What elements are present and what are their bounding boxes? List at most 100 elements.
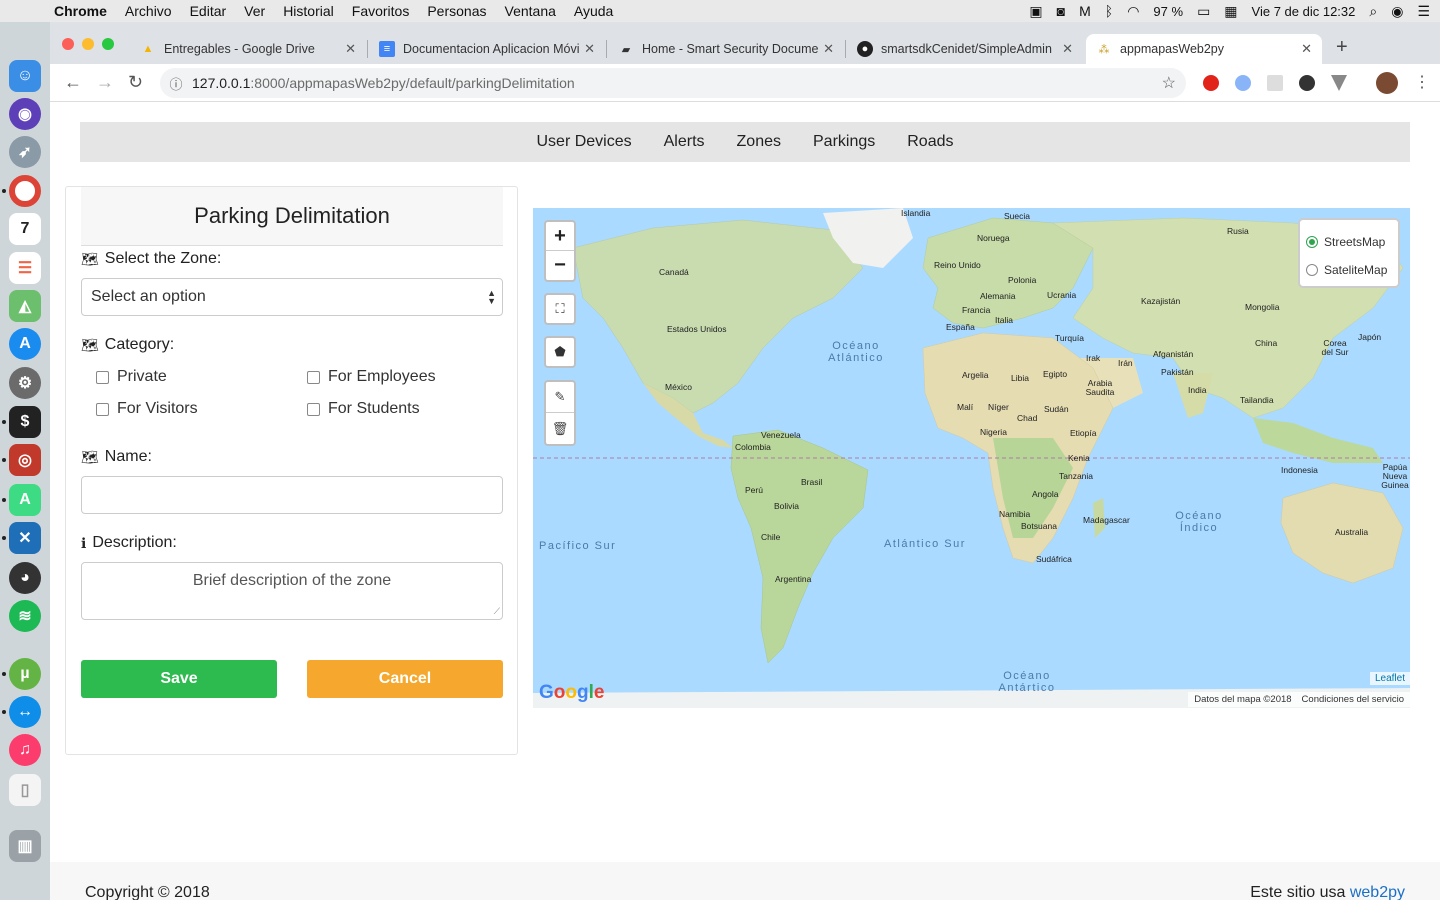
launchpad-icon[interactable]: ➶ xyxy=(9,136,41,168)
spotlight-search-icon[interactable]: ⌕ xyxy=(1369,3,1377,20)
radio[interactable] xyxy=(1306,264,1318,276)
delete-layers-button[interactable]: 🗑︎ xyxy=(546,413,574,444)
menu-favoritos[interactable]: Favoritos xyxy=(352,3,410,19)
menu-personas[interactable]: Personas xyxy=(427,3,486,19)
menu-clock[interactable]: Vie 7 de dic 12:32 xyxy=(1252,4,1356,19)
reload-icon[interactable]: ↻ xyxy=(128,72,143,93)
menu-archivo[interactable]: Archivo xyxy=(125,3,172,19)
menu-app-name[interactable]: Chrome xyxy=(54,3,107,19)
zoom-window-button[interactable] xyxy=(102,38,114,50)
app-store-icon[interactable]: A xyxy=(9,328,41,360)
spotify-icon[interactable]: ≋ xyxy=(9,600,41,632)
close-tab-icon[interactable]: ✕ xyxy=(345,41,356,57)
layer-streetsmap[interactable]: StreetsMap xyxy=(1306,228,1392,256)
checkbox[interactable] xyxy=(307,402,320,416)
teamviewer-icon[interactable]: ◙ xyxy=(1057,3,1065,19)
nav-user-devices[interactable]: User Devices xyxy=(536,133,631,151)
utorrent-icon[interactable]: µ xyxy=(9,658,41,690)
tab-appmapasweb2py[interactable]: ⁂ appmapasWeb2py ✕ xyxy=(1086,34,1322,64)
forward-icon[interactable]: → xyxy=(96,72,114,93)
edit-layers-button[interactable]: ✎ xyxy=(546,382,574,413)
close-tab-icon[interactable]: ✕ xyxy=(1062,41,1073,57)
finder-icon[interactable]: ☺ xyxy=(9,60,41,92)
bluetooth-icon[interactable]: ᛒ xyxy=(1105,3,1113,19)
wifi-icon[interactable]: ◠ xyxy=(1127,3,1139,20)
tab-google-drive[interactable]: ▲ Entregables - Google Drive ✕ xyxy=(130,34,366,64)
tab-documentacion[interactable]: ≡ Documentacion Aplicacion Móvil ✕ xyxy=(369,34,605,64)
vscode-icon[interactable]: ✕ xyxy=(9,522,41,554)
new-tab-button[interactable]: + xyxy=(1336,36,1348,59)
chrome-menu-icon[interactable]: ⋮ xyxy=(1414,72,1430,92)
leaflet-attribution-link[interactable]: Leaflet xyxy=(1369,672,1410,685)
maps-icon[interactable]: ◭ xyxy=(9,290,41,322)
teamviewer-dock-icon[interactable]: ↔ xyxy=(9,696,41,728)
siri-icon[interactable]: ◉ xyxy=(1391,3,1403,20)
draw-polygon-button[interactable]: ⬟ xyxy=(544,336,576,368)
cancel-button[interactable]: Cancel xyxy=(307,660,503,698)
system-preferences-icon[interactable]: ⚙ xyxy=(9,367,41,399)
category-for-visitors[interactable]: For Visitors xyxy=(96,400,198,418)
description-textarea[interactable]: Brief description of the zone ⟋ xyxy=(81,562,503,620)
web2py-link[interactable]: web2py xyxy=(1350,884,1405,900)
extension-icon[interactable] xyxy=(1267,75,1283,91)
document-icon[interactable]: ▯ xyxy=(9,774,41,806)
photo-booth-icon[interactable]: ◎ xyxy=(9,444,41,476)
extension-icon[interactable] xyxy=(1235,75,1251,91)
github-desktop-icon[interactable]: ◕ xyxy=(9,562,41,594)
itunes-icon[interactable]: ♫ xyxy=(9,734,41,766)
nav-alerts[interactable]: Alerts xyxy=(664,133,705,151)
map-container[interactable]: + − ⛶ ⬟ ✎ 🗑︎ StreetsMap SateliteMap Isla… xyxy=(533,208,1410,708)
docker-icon[interactable]: ▣ xyxy=(1029,3,1042,20)
fullscreen-button[interactable]: ⛶ xyxy=(544,293,576,325)
extension-icon[interactable] xyxy=(1299,75,1315,91)
menu-ventana[interactable]: Ventana xyxy=(505,3,556,19)
vpn-extension-icon[interactable] xyxy=(1331,75,1347,91)
minimize-window-button[interactable] xyxy=(82,38,94,50)
resize-grip-icon[interactable]: ⟋ xyxy=(494,606,500,617)
menu-ayuda[interactable]: Ayuda xyxy=(574,3,613,19)
layer-satelitemap[interactable]: SateliteMap xyxy=(1306,256,1392,284)
bookmark-star-icon[interactable]: ☆ xyxy=(1162,73,1176,93)
profile-avatar[interactable] xyxy=(1376,72,1398,94)
zone-select[interactable]: Select an option ▲ ▼ xyxy=(81,278,503,316)
menu-historial[interactable]: Historial xyxy=(283,3,334,19)
trash-icon[interactable]: ▥ xyxy=(9,830,41,862)
battery-icon[interactable]: ▭ xyxy=(1197,3,1210,20)
category-for-employees[interactable]: For Employees xyxy=(307,368,436,386)
terminal-icon[interactable]: $ xyxy=(9,406,41,438)
menu-ver[interactable]: Ver xyxy=(244,3,265,19)
name-input[interactable] xyxy=(81,476,503,514)
menu-editar[interactable]: Editar xyxy=(190,3,227,19)
close-tab-icon[interactable]: ✕ xyxy=(823,41,834,57)
battery-percent[interactable]: 97 % xyxy=(1153,4,1183,19)
calendar-menu-icon[interactable]: ▦ xyxy=(1224,3,1237,20)
reminders-icon[interactable]: ☰ xyxy=(9,252,41,284)
category-private[interactable]: Private xyxy=(96,368,167,386)
chrome-icon[interactable] xyxy=(9,175,41,207)
close-tab-icon[interactable]: ✕ xyxy=(584,41,595,57)
close-tab-icon[interactable]: ✕ xyxy=(1301,41,1312,57)
nav-roads[interactable]: Roads xyxy=(907,133,953,151)
notification-center-icon[interactable]: ☰ xyxy=(1417,3,1430,20)
save-button[interactable]: Save xyxy=(81,660,277,698)
category-for-students[interactable]: For Students xyxy=(307,400,420,418)
tab-smart-security[interactable]: ▰ Home - Smart Security Document ✕ xyxy=(608,34,844,64)
android-studio-icon[interactable]: A xyxy=(9,484,41,516)
checkbox[interactable] xyxy=(96,370,109,384)
address-bar[interactable]: ⓘ 127.0.0.1 :8000/appmapasWeb2py/default… xyxy=(160,68,1186,98)
close-window-button[interactable] xyxy=(62,38,74,50)
terms-of-service-link[interactable]: Condiciones del servicio xyxy=(1302,694,1404,705)
checkbox[interactable] xyxy=(96,402,109,416)
calendar-icon[interactable]: 7 xyxy=(9,213,41,245)
checkbox[interactable] xyxy=(307,370,320,384)
opera-extension-icon[interactable] xyxy=(1203,75,1219,91)
zoom-out-button[interactable]: − xyxy=(546,251,574,280)
radio-selected[interactable] xyxy=(1306,236,1318,248)
tab-github[interactable]: ● smartsdkCenidet/SimpleAdmin ✕ xyxy=(847,34,1083,64)
malwarebytes-icon[interactable]: M xyxy=(1079,3,1091,19)
back-icon[interactable]: ← xyxy=(64,72,82,93)
site-info-icon[interactable]: ⓘ xyxy=(160,74,192,93)
nav-zones[interactable]: Zones xyxy=(737,133,781,151)
nav-parkings[interactable]: Parkings xyxy=(813,133,875,151)
zoom-in-button[interactable]: + xyxy=(546,222,574,251)
